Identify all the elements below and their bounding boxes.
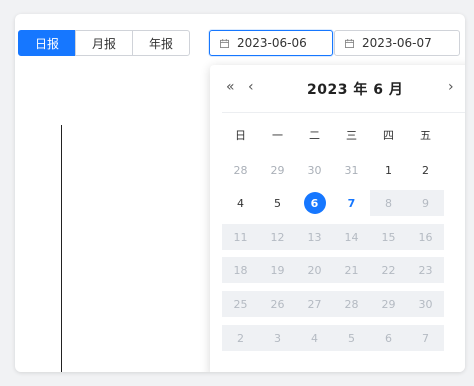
tab-monthly[interactable]: 月报	[75, 30, 133, 56]
start-date-input[interactable]: 2023-06-06	[209, 30, 333, 56]
date-cell: 25	[222, 291, 259, 317]
calendar-icon	[345, 38, 354, 48]
date-cell: 6	[370, 325, 407, 351]
date-cell: 28	[333, 291, 370, 317]
tab-daily[interactable]: 日报	[18, 30, 76, 56]
end-date-input[interactable]: 2023-06-07	[334, 30, 460, 56]
date-cell: 4	[296, 325, 333, 351]
date-cell: 2	[222, 325, 259, 351]
picker-header: « ‹ 2023 年 6 月 ›	[210, 65, 465, 111]
weekday-header: 日	[235, 129, 246, 142]
weekday-header: 二	[309, 129, 320, 142]
date-cell: 18	[222, 257, 259, 283]
date-cell[interactable]: 31	[333, 157, 370, 183]
date-cell[interactable]: 2	[407, 157, 444, 183]
date-picker-dropdown: « ‹ 2023 年 6 月 › 日一二三四五 28 29 30 31 1 2 4 5 6 7 8 9 1…	[210, 65, 465, 372]
date-cell[interactable]: 30	[296, 157, 333, 183]
date-cell: 11	[222, 224, 259, 250]
date-cell: 9	[407, 190, 444, 216]
next-month-button[interactable]: ›	[448, 79, 454, 95]
weekday-header: 五	[420, 129, 431, 142]
date-cell: 7	[407, 325, 444, 351]
chart-axis-line	[61, 125, 62, 372]
end-date-value: 2023-06-07	[362, 36, 432, 50]
date-cell: 16	[407, 224, 444, 250]
picker-title: 2023 年 6 月	[307, 82, 404, 98]
date-cell: 26	[259, 291, 296, 317]
report-card: 日报 月报 年报 2023-06-06 2023-06-07 « ‹ 2023 …	[15, 14, 465, 372]
date-cell: 23	[407, 257, 444, 283]
date-cell: 30	[407, 291, 444, 317]
tab-yearly[interactable]: 年报	[132, 30, 190, 56]
prev-month-button[interactable]: ‹	[248, 79, 254, 95]
weekday-header: 四	[383, 129, 394, 142]
date-cell: 15	[370, 224, 407, 250]
date-cell[interactable]: 5	[259, 190, 296, 216]
date-cell: 27	[296, 291, 333, 317]
date-cell: 12	[259, 224, 296, 250]
date-cell[interactable]: 4	[222, 190, 259, 216]
date-cell[interactable]: 29	[259, 157, 296, 183]
date-cell: 21	[333, 257, 370, 283]
date-cell: 8	[370, 190, 407, 216]
weekday-header: 一	[272, 129, 283, 142]
date-cell-label: 6	[303, 192, 326, 214]
date-cell: 22	[370, 257, 407, 283]
date-cell: 3	[259, 325, 296, 351]
date-cell: 5	[333, 325, 370, 351]
date-cell: 19	[259, 257, 296, 283]
date-cell: 13	[296, 224, 333, 250]
date-cell: 14	[333, 224, 370, 250]
date-cell[interactable]: 1	[370, 157, 407, 183]
prev-year-button[interactable]: «	[226, 79, 235, 95]
date-cell[interactable]: 28	[222, 157, 259, 183]
weekday-header: 三	[346, 129, 357, 142]
date-cell: 20	[296, 257, 333, 283]
start-date-value: 2023-06-06	[237, 36, 307, 50]
header-divider	[222, 112, 465, 113]
date-cell: 29	[370, 291, 407, 317]
today-date-cell[interactable]: 7	[333, 190, 370, 216]
period-switch: 日报 月报 年报	[18, 30, 190, 56]
selected-date-cell[interactable]: 6	[296, 190, 333, 216]
calendar-icon	[220, 38, 229, 48]
